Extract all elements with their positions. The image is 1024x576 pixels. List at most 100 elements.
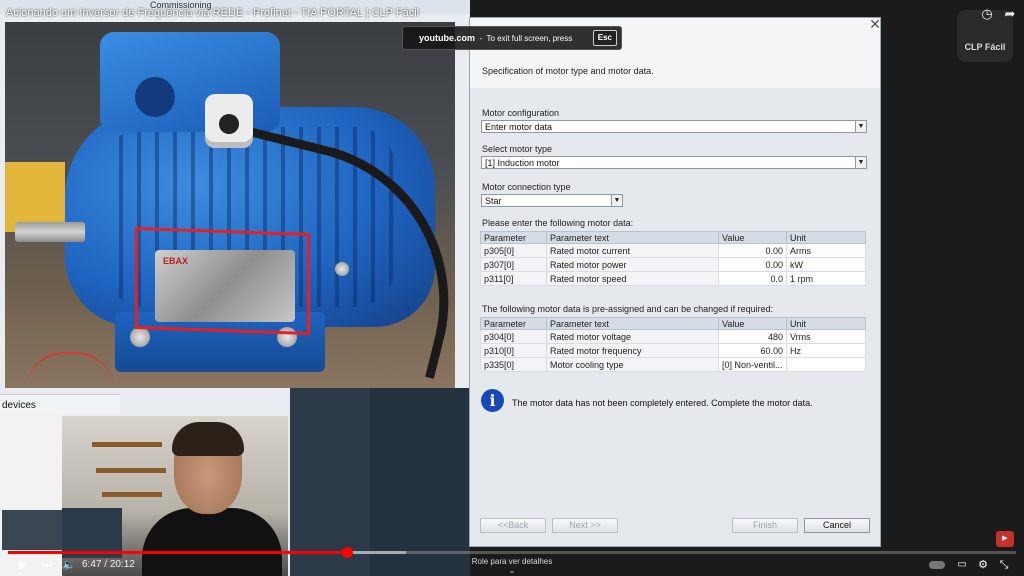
play-icon[interactable]: ▶ [16,558,30,572]
connection-type-label: Motor connection type [482,182,571,192]
share-icon[interactable]: ➦ [1002,6,1018,22]
param-text-cell: Rated motor frequency [546,343,719,358]
subscribe-watermark-icon[interactable]: ▶ [996,531,1014,547]
param-text-cell: Rated motor power [546,257,719,272]
chevron-down-icon[interactable]: ▼ [611,195,622,206]
video-player[interactable]: Commissioning devices EBAX ✕ Specificati… [0,0,1024,576]
motor-configuration-value: Enter motor data [485,122,553,132]
next-button[interactable]: Next >> [552,518,618,533]
progress-played [8,551,347,554]
chevron-down-icon[interactable]: ▼ [855,157,866,168]
param-text-cell: Motor cooling type [546,357,719,372]
time-current: 6:47 [82,559,102,570]
value-cell[interactable]: 60.00 [718,343,787,358]
param-cell: p307[0] [480,257,547,272]
column-header: Value [718,231,787,244]
param-cell: p310[0] [480,343,547,358]
exit-fullscreen-icon[interactable]: ⤡ [997,558,1011,572]
enter-data-label: Please enter the following motor data: [482,218,634,228]
preassigned-data-table: Parameter Parameter text Value Unit p304… [480,317,866,372]
watch-later-icon[interactable]: ◷ [979,6,995,22]
shelf [96,468,166,473]
back-button[interactable]: <<Back [480,518,546,533]
right-margin [881,0,1024,576]
info-message: The motor data has not been completely e… [512,398,813,408]
param-text-cell: Rated motor speed [546,271,719,286]
unit-cell: Vrms [786,329,866,344]
toast-site: youtube.com [419,33,476,43]
unit-cell: 1 rpm [786,271,866,286]
time-display: 6:47 / 20:12 [82,558,135,572]
table-row[interactable]: p304[0] Rated motor voltage 480 Vrms [480,329,866,344]
chevron-down-icon[interactable]: ⌄ [506,566,518,575]
gear-icon[interactable]: ⚙ [976,558,990,572]
unit-cell [786,357,866,372]
connection-type-value: Star [485,196,502,206]
time-separator: / [104,559,108,570]
next-video-icon[interactable]: ⏭ [40,558,54,572]
volume-icon[interactable]: 🔈 [62,558,76,572]
shelf [102,492,162,497]
motor-type-select[interactable]: [1] Induction motor ▼ [481,156,867,169]
preassigned-label: The following motor data is pre-assigned… [482,304,774,314]
chevron-down-icon[interactable]: ▼ [855,121,866,132]
param-text-cell: Rated motor current [546,243,719,258]
table-row[interactable]: p310[0] Rated motor frequency 60.00 Hz [480,343,866,358]
cable-gland-hole [219,114,239,134]
value-cell[interactable]: 480 [718,329,787,344]
value-cell[interactable]: 0.0 [718,271,787,286]
value-cell[interactable]: [0] Non-ventil... [718,357,787,372]
column-header: Parameter text [546,231,719,244]
motor-data-table: Parameter Parameter text Value Unit p305… [480,231,866,286]
param-cell: p311[0] [480,271,547,286]
motor-type-label: Select motor type [482,144,553,154]
unit-cell: Arms [786,243,866,258]
bolt-icon [335,262,349,276]
autoplay-toggle[interactable] [929,561,945,569]
motor-type-value: [1] Induction motor [485,158,560,168]
column-header: Parameter text [546,317,719,330]
devices-label: devices [2,400,36,411]
nameplate-highlight-box [135,226,310,336]
fullscreen-toast: youtube.com - To exit full screen, press… [402,26,622,50]
value-cell[interactable]: 0.00 [718,243,787,258]
red-wire [25,352,115,388]
param-cell: p335[0] [480,357,547,372]
tia-dark-panel-2 [370,388,470,576]
presenter-body [142,508,282,576]
terminal-hole [135,77,175,117]
motor-photo: EBAX [5,22,455,388]
table-row[interactable]: p307[0] Rated motor power 0.00 kW [480,257,866,272]
channel-logo-text: CLP Fácil [964,42,1006,52]
scroll-hint[interactable]: Role para ver detalhes [462,557,562,566]
spec-text: Specification of motor type and motor da… [482,66,654,76]
subtitles-icon[interactable]: ▭ [955,558,969,572]
video-title[interactable]: Acionando um Inversor de Frequência via … [6,7,419,19]
connection-type-select[interactable]: Star ▼ [481,194,623,207]
terminal-box [100,32,280,132]
time-total: 20:12 [109,559,135,570]
motor-shaft [15,222,85,242]
toast-message: To exit full screen, press [486,34,573,43]
esc-key: Esc [592,30,617,46]
finish-button[interactable]: Finish [732,518,798,533]
table-row[interactable]: p305[0] Rated motor current 0.00 Arms [480,243,866,258]
cancel-button[interactable]: Cancel [804,518,870,533]
column-header: Unit [786,231,866,244]
param-cell: p304[0] [480,329,547,344]
scrubber-handle[interactable] [341,547,353,558]
motor-data-dialog: ✕ Specification of motor type and motor … [469,17,881,547]
column-header: Parameter [480,231,547,244]
column-header: Value [718,317,787,330]
info-icon: i [481,389,504,412]
table-row[interactable]: p335[0] Motor cooling type [0] Non-venti… [480,357,866,372]
unit-cell: kW [786,257,866,272]
table-header-row: Parameter Parameter text Value Unit [480,317,866,330]
table-row[interactable]: p311[0] Rated motor speed 0.0 1 rpm [480,271,866,286]
presenter-hair [172,422,244,456]
webcam-left-equipment [2,510,62,550]
motor-configuration-label: Motor configuration [482,108,560,118]
bolt-icon [130,327,150,347]
value-cell[interactable]: 0.00 [718,257,787,272]
motor-configuration-select[interactable]: Enter motor data ▼ [481,120,867,133]
